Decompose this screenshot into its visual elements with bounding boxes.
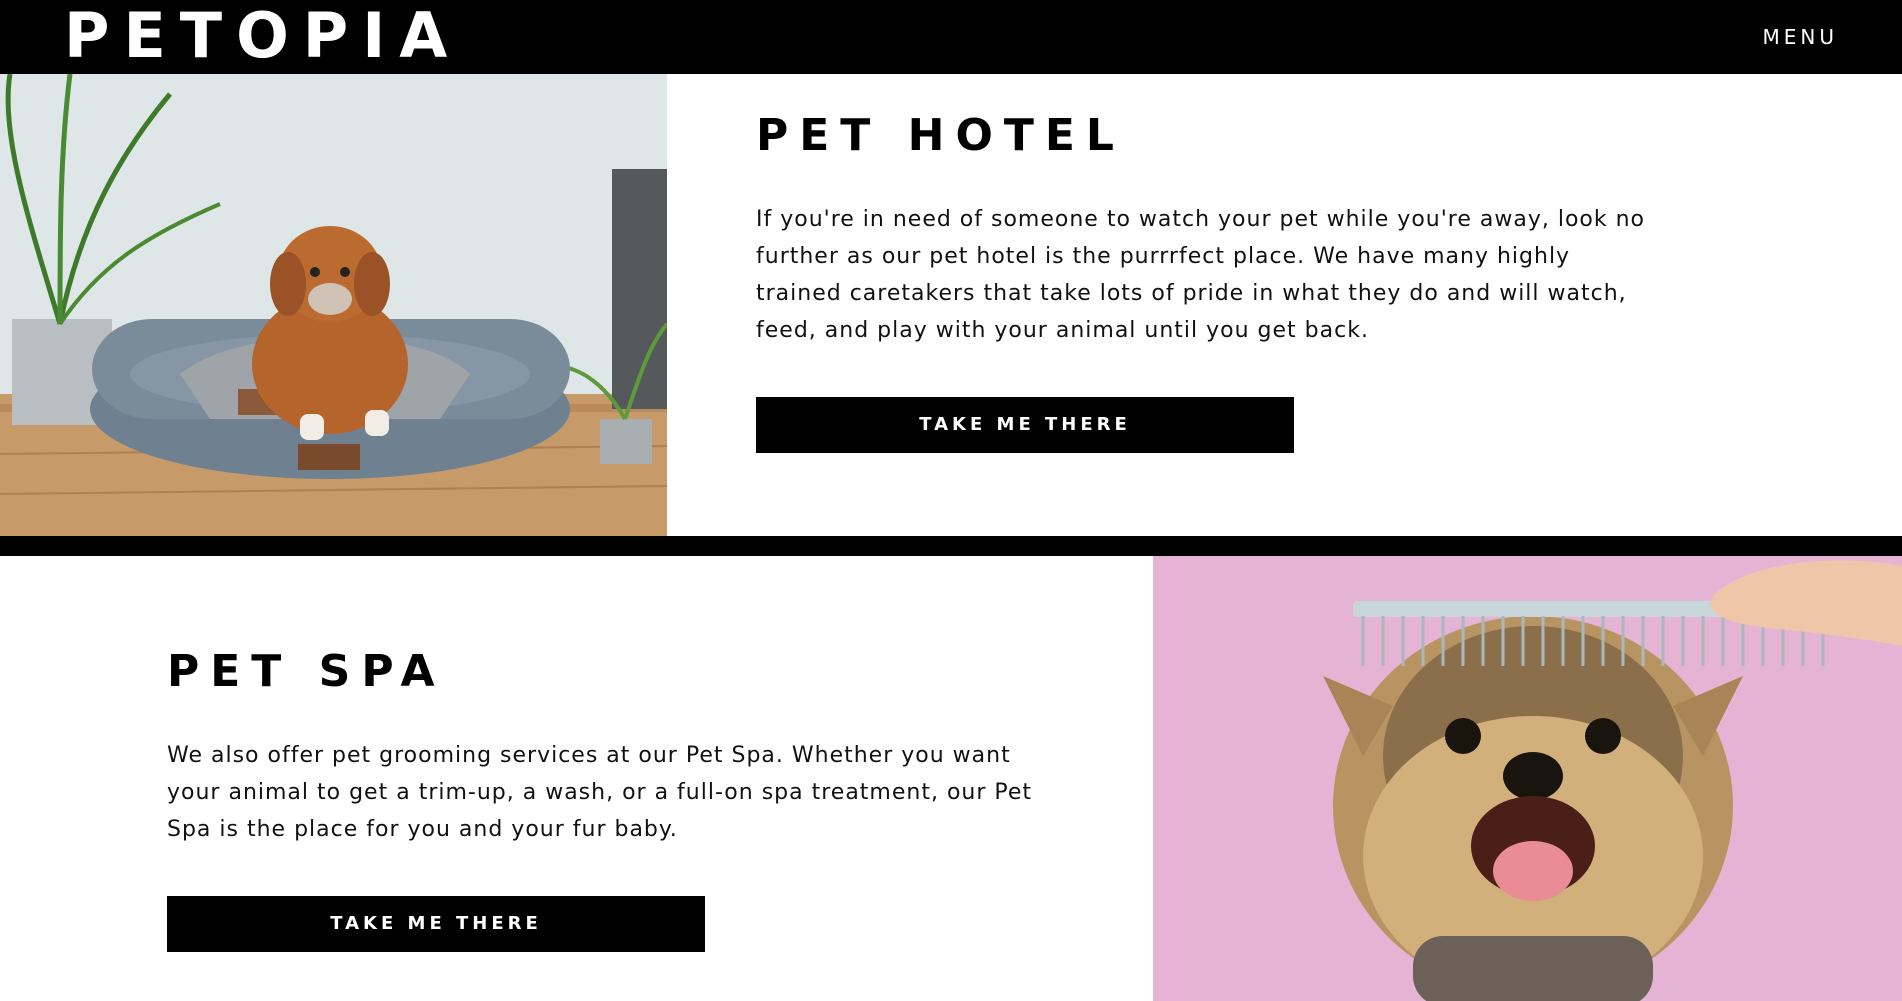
pet-spa-description: We also offer pet grooming services at o…	[167, 743, 1033, 842]
brand-logo[interactable]: PETOPIA	[64, 0, 461, 74]
pet-hotel-title: PET HOTEL	[756, 110, 1125, 161]
site-header: PETOPIA MENU	[0, 0, 1902, 74]
pet-hotel-section: PET HOTEL If you're in need of someone t…	[756, 74, 1656, 453]
pet-spa-title: PET SPA	[167, 646, 446, 697]
pet-spa-photo	[1153, 556, 1902, 1001]
section-divider	[0, 536, 1902, 556]
pet-hotel-photo	[0, 74, 667, 536]
pet-hotel-description: If you're in need of someone to watch yo…	[756, 207, 1645, 343]
pet-hotel-take-me-there-button[interactable]: TAKE ME THERE	[756, 397, 1294, 453]
pet-spa-take-me-there-button[interactable]: TAKE ME THERE	[167, 896, 705, 952]
menu-button[interactable]: MENU	[1763, 0, 1839, 74]
pet-spa-section: PET SPA We also offer pet grooming servi…	[167, 556, 1067, 952]
